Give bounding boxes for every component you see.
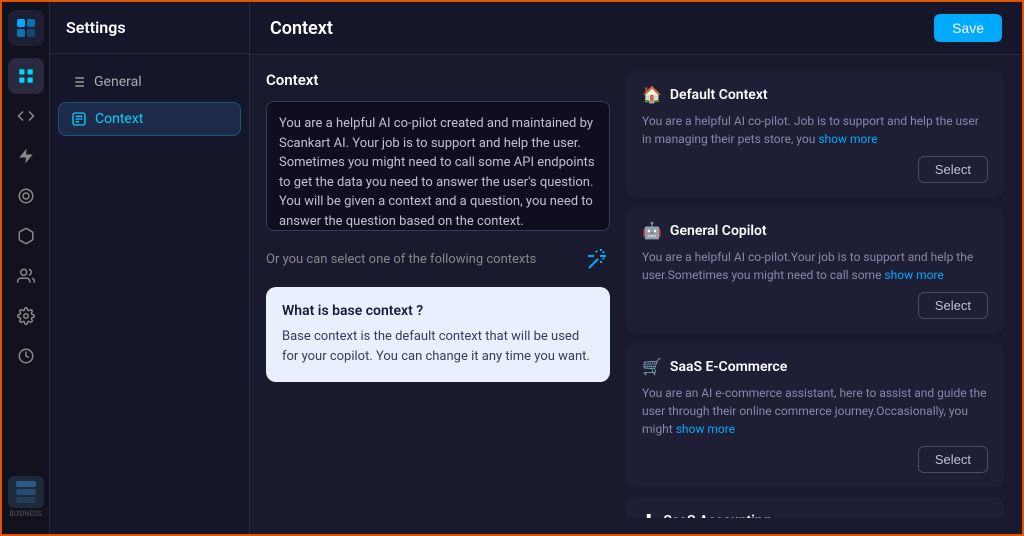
default-show-more[interactable]: show more [818,132,877,146]
users-icon [17,267,35,285]
settings-icon-btn[interactable] [8,298,44,334]
info-card: What is base context ? Base context is t… [266,287,610,382]
info-card-text: Base context is the default context that… [282,327,594,366]
grid-icon-btn[interactable] [8,58,44,94]
sidebar-item-general[interactable]: General [58,66,241,98]
package-icon [17,227,35,245]
right-panel: 🏠 Default Context You are a helpful AI c… [626,71,1006,518]
or-select-text: Or you can select one of the following c… [266,252,536,267]
users-icon-btn[interactable] [8,258,44,294]
app-logo [8,10,44,46]
main-header: Context Save [250,2,1022,55]
lightning-icon-btn[interactable] [8,138,44,174]
select-button-default[interactable]: Select [918,156,988,183]
context-icon [71,111,87,127]
settings-nav: General Context [50,54,249,148]
context-section-label: Context [266,71,610,89]
context-label-nav: Context [95,111,143,127]
context-card-ecommerce: 🛒 SaaS E-Commerce You are an AI e-commer… [626,343,1004,487]
card-header-default: 🏠 Default Context [642,85,988,104]
card-header-general: 🤖 General Copilot [642,221,988,240]
accounting-icon: ✚ [642,511,655,518]
ecommerce-icon: 🛒 [642,357,662,376]
or-select-row: Or you can select one of the following c… [266,243,610,275]
general-icon [70,74,86,90]
context-card-general: 🤖 General Copilot You are a helpful AI c… [626,207,1004,333]
select-button-general[interactable]: Select [918,292,988,319]
general-copilot-title: General Copilot [670,223,767,239]
card-footer-default: Select [642,156,988,183]
default-context-title: Default Context [670,87,768,103]
left-panel: Context You are a helpful AI co-pilot cr… [266,71,610,518]
default-context-desc: You are a helpful AI co-pilot. Job is to… [642,112,988,148]
icon-sidebar: BUSINESS [2,2,50,534]
select-button-ecommerce[interactable]: Select [918,446,988,473]
ecommerce-title: SaaS E-Commerce [670,359,787,375]
magic-wand-icon[interactable] [586,247,610,271]
accounting-title: SaaS Accounting [663,513,770,519]
context-card-default: 🏠 Default Context You are a helpful AI c… [626,71,1004,197]
package-icon-btn[interactable] [8,218,44,254]
layers-icon [17,187,35,205]
main-content: Context Save Context You are a helpful A… [250,2,1022,534]
lightning-icon [17,147,35,165]
ecommerce-desc: You are an AI e-commerce assistant, here… [642,384,988,438]
save-button[interactable]: Save [934,14,1002,42]
code-icon [17,107,35,125]
layers-icon-btn[interactable] [8,178,44,214]
card-footer-ecommerce: Select [642,446,988,473]
history-icon-btn[interactable] [8,338,44,374]
info-card-title: What is base context ? [282,303,594,319]
ecommerce-show-more[interactable]: show more [676,422,735,436]
card-header-accounting: ✚ SaaS Accounting [642,511,988,518]
settings-sidebar: Settings General Context [50,2,250,534]
main-body: Context You are a helpful AI co-pilot cr… [250,55,1022,534]
default-context-icon: 🏠 [642,85,662,104]
context-textarea[interactable]: You are a helpful AI co-pilot created an… [266,101,610,231]
settings-title: Settings [50,2,249,54]
card-header-ecommerce: 🛒 SaaS E-Commerce [642,357,988,376]
general-copilot-desc: You are a helpful AI co-pilot.Your job i… [642,248,988,284]
general-show-more[interactable]: show more [884,268,943,282]
general-label: General [94,74,142,90]
sidebar-item-context[interactable]: Context [58,102,241,136]
context-card-accounting: ✚ SaaS Accounting You are an AI accounti… [626,497,1004,518]
code-icon-btn[interactable] [8,98,44,134]
bottom-logo-area: BUSINESS [8,476,44,526]
page-title: Context [270,18,333,39]
general-copilot-icon: 🤖 [642,221,662,240]
grid-icon [17,67,35,85]
settings-icon [17,307,35,325]
logo-icon [14,16,38,40]
card-footer-general: Select [642,292,988,319]
history-icon [17,347,35,365]
